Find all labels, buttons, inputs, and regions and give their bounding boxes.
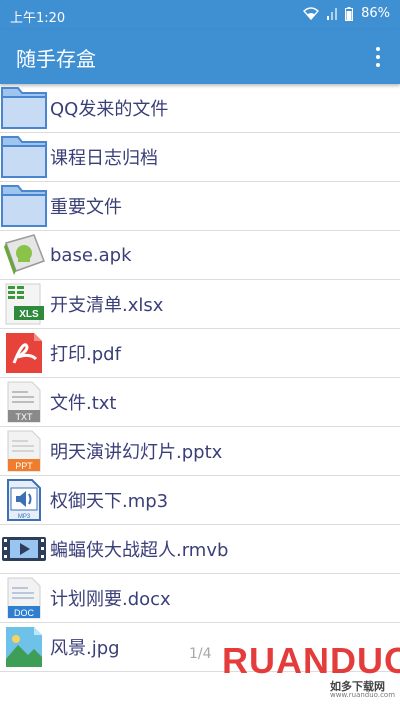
- file-row[interactable]: 打印.pdf: [0, 329, 400, 378]
- file-name: 蝙蝠侠大战超人.rmvb: [50, 540, 229, 561]
- video-icon: [0, 525, 46, 573]
- status-bar: 上午1:20 86%: [0, 0, 400, 30]
- apk-icon: [0, 231, 46, 279]
- svg-text:DOC: DOC: [14, 608, 35, 618]
- file-name: 明天演讲幻灯片.pptx: [50, 442, 223, 463]
- file-name: QQ发来的文件: [50, 99, 169, 120]
- file-row[interactable]: DOC 计划刚要.docx: [0, 574, 400, 623]
- file-name: 计划刚要.docx: [50, 589, 171, 610]
- folder-icon: [0, 182, 47, 230]
- watermark-brand: RUANDUO: [222, 640, 400, 681]
- txt-icon: TXT: [0, 378, 46, 426]
- file-name: 权御天下.mp3: [50, 491, 169, 512]
- page-indicator: 1/4: [189, 646, 212, 662]
- folder-icon: [0, 133, 47, 181]
- file-name: 重要文件: [50, 197, 122, 218]
- image-icon: [0, 623, 46, 671]
- svg-text:PPT: PPT: [15, 461, 33, 471]
- ppt-icon: PPT: [0, 427, 46, 475]
- file-row[interactable]: MP3 权御天下.mp3: [0, 476, 400, 525]
- audio-icon: MP3: [0, 476, 46, 524]
- file-name: 课程日志归档: [50, 148, 158, 169]
- excel-icon: XLS: [0, 280, 46, 328]
- signal-icon: [327, 8, 338, 20]
- file-name: 文件.txt: [50, 393, 117, 414]
- wifi-icon: [303, 7, 320, 20]
- svg-text:TXT: TXT: [16, 412, 34, 422]
- app-title: 随手存盒: [16, 47, 96, 71]
- file-row[interactable]: 重要文件: [0, 182, 400, 231]
- watermark-logo: RUANDUO 如多下载网 www.ruanduo.com: [222, 640, 400, 700]
- svg-text:MP3: MP3: [18, 514, 31, 520]
- battery-level: 86%: [361, 6, 390, 21]
- status-icons: 86%: [303, 6, 390, 21]
- file-row[interactable]: 课程日志归档: [0, 133, 400, 182]
- file-row[interactable]: XLS 开支清单.xlsx: [0, 280, 400, 329]
- file-row[interactable]: QQ发来的文件: [0, 84, 400, 133]
- file-row[interactable]: TXT 文件.txt: [0, 378, 400, 427]
- file-name: 开支清单.xlsx: [50, 295, 164, 316]
- doc-icon: DOC: [0, 574, 46, 622]
- file-list: QQ发来的文件 课程日志归档 重要文件 base.apk XLS 开支清单.xlsx 打印.…: [0, 84, 400, 672]
- svg-text:XLS: XLS: [19, 309, 39, 320]
- file-row[interactable]: 蝙蝠侠大战超人.rmvb: [0, 525, 400, 574]
- file-name: 打印.pdf: [50, 344, 121, 365]
- status-time: 上午1:20: [10, 11, 66, 26]
- battery-icon: [345, 6, 354, 21]
- file-row[interactable]: PPT 明天演讲幻灯片.pptx: [0, 427, 400, 476]
- folder-icon: [0, 84, 47, 132]
- file-name: 风景.jpg: [50, 638, 120, 659]
- app-bar: 随手存盒: [0, 30, 400, 84]
- overflow-menu-icon[interactable]: [368, 45, 388, 69]
- pdf-icon: [0, 329, 46, 377]
- file-name: base.apk: [50, 244, 132, 266]
- watermark-url: www.ruanduo.com: [330, 691, 396, 699]
- file-row[interactable]: base.apk: [0, 231, 400, 280]
